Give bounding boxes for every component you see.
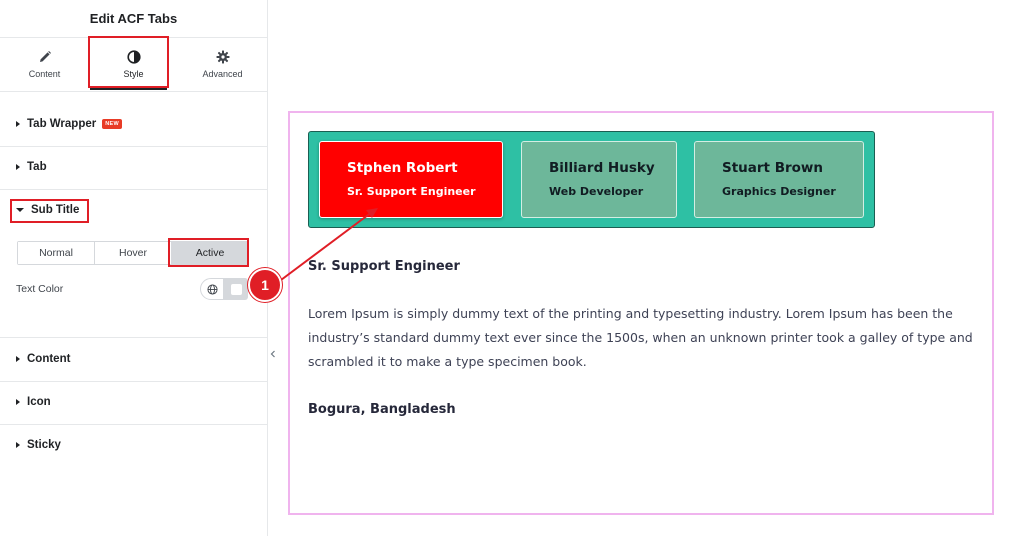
state-tab-normal[interactable]: Normal [18, 242, 95, 264]
content-body: Lorem Ipsum is simply dummy text of the … [308, 306, 973, 369]
caret-right-icon [16, 121, 20, 127]
chevron-left-icon [270, 350, 275, 358]
pencil-icon [39, 51, 51, 62]
active-tab-indicator [90, 87, 167, 90]
section-sticky-header[interactable]: Sticky [16, 439, 61, 451]
panel-tabs: Content Style Advanced [0, 36, 267, 92]
tab-name: Stuart Brown [722, 160, 824, 176]
globe-icon [206, 283, 218, 295]
section-icon-header[interactable]: Icon [16, 396, 51, 408]
color-swatch [230, 283, 242, 295]
tab-name: Stphen Robert [347, 160, 458, 176]
collapse-panel-button[interactable] [267, 345, 279, 363]
acf-tab-bar: Stphen Robert Sr. Support Engineer Billi… [308, 131, 875, 228]
tab-style-label: Style [123, 69, 144, 79]
section-tab-wrapper-label: Tab Wrapper [27, 118, 97, 130]
caret-right-icon [16, 442, 20, 448]
half-circle-icon [126, 50, 141, 64]
caret-down-icon [16, 208, 24, 212]
state-tab-hover[interactable]: Hover [95, 242, 172, 264]
acf-tab-billiard-husky[interactable]: Billiard Husky Web Developer [521, 141, 677, 218]
caret-right-icon [16, 356, 20, 362]
caret-right-icon [16, 164, 20, 170]
section-sub-title-header[interactable]: Sub Title [16, 204, 79, 216]
section-tab: Tab [0, 147, 267, 190]
tab-subtitle: Web Developer [549, 185, 644, 198]
tab-subtitle: Sr. Support Engineer [347, 185, 476, 198]
section-tab-wrapper-header[interactable]: Tab Wrapper NEW [16, 118, 122, 130]
acf-tab-stphen-robert[interactable]: Stphen Robert Sr. Support Engineer [319, 141, 503, 218]
section-sub-title-label: Sub Title [31, 204, 80, 216]
section-tab-wrapper: Tab Wrapper NEW [0, 103, 267, 147]
text-color-label: Text Color [16, 283, 64, 295]
tab-advanced[interactable]: Advanced [178, 38, 267, 91]
content-location: Bogura, Bangladesh [308, 402, 456, 417]
section-tab-header[interactable]: Tab [16, 161, 47, 173]
tab-advanced-label: Advanced [202, 69, 243, 79]
state-tabs: Normal Hover Active [17, 241, 249, 265]
state-tab-active[interactable]: Active [172, 242, 248, 264]
tab-content[interactable]: Content [0, 38, 89, 91]
section-tab-label: Tab [27, 161, 47, 173]
tab-content-label: Content [28, 69, 61, 79]
section-content-label: Content [27, 353, 71, 365]
acf-tab-stuart-brown[interactable]: Stuart Brown Graphics Designer [694, 141, 864, 218]
section-content-header[interactable]: Content [16, 353, 70, 365]
callout-number-badge: 1 [248, 268, 282, 302]
section-sticky: Sticky [0, 425, 267, 467]
section-sticky-label: Sticky [27, 439, 61, 451]
text-color-picker[interactable] [224, 278, 248, 300]
gear-icon [216, 50, 229, 64]
content-title: Sr. Support Engineer [308, 259, 460, 274]
section-icon-label: Icon [27, 396, 51, 408]
caret-right-icon [16, 399, 20, 405]
tab-name: Billiard Husky [549, 160, 655, 176]
tab-style[interactable]: Style [89, 38, 178, 91]
section-content: Content [0, 338, 267, 382]
section-icon: Icon [0, 382, 267, 425]
global-color-button[interactable] [200, 278, 224, 300]
panel-title: Edit ACF Tabs [89, 11, 178, 26]
tab-subtitle: Graphics Designer [722, 185, 836, 198]
editor-panel: Edit ACF Tabs Content Style Advanced Tab… [0, 0, 268, 536]
preview-area: Stphen Robert Sr. Support Engineer Billi… [288, 111, 994, 515]
new-badge: NEW [102, 119, 122, 129]
panel-header: Edit ACF Tabs [0, 0, 267, 38]
